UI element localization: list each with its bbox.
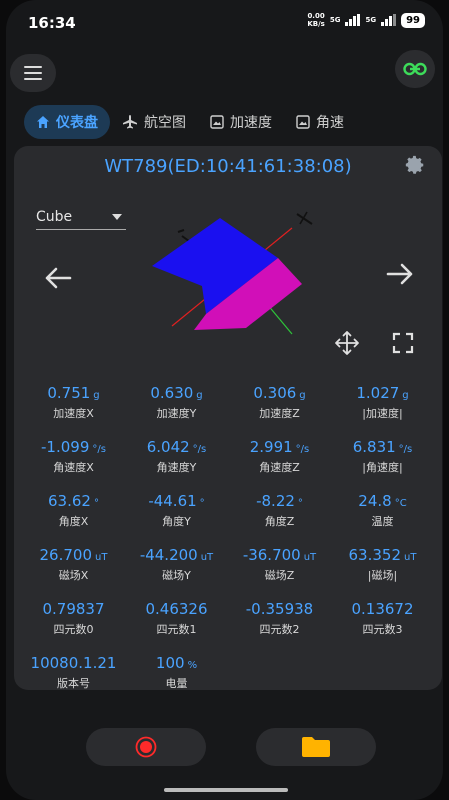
cube-3d-view[interactable] [142,206,322,356]
reading-cell: 2.991 °/s 角速度Z [249,438,310,474]
status-bar: 16:34 0.00 KB/s 5G 5G 99 [6,10,443,38]
battery-icon: 99 [401,12,425,28]
signal-label-1: 5G [329,16,341,24]
gear-icon[interactable] [404,154,426,176]
network-speed: 0.00 KB/s [307,12,325,28]
reading-cell: 0.13672 四元数3 [351,600,414,636]
device-title: WT789(ED:10:41:61:38:08) [104,156,352,177]
menu-button[interactable] [10,54,56,92]
link-icon [403,62,427,76]
tab-dashboard[interactable]: 仪表盘 [24,105,110,139]
status-time: 16:34 [28,14,76,32]
reading-cell: 100% 电量 [155,654,198,690]
reading-cell: 10080.1.21 版本号 [30,654,117,690]
arrow-left-icon[interactable] [44,266,72,290]
record-button[interactable] [86,728,206,766]
tab-flight-chart[interactable]: 航空图 [110,105,198,139]
tab-angular-velocity[interactable]: 角速 [284,105,356,139]
airplane-icon [123,115,137,129]
reading-cell: 24.8 °C 温度 [358,492,407,528]
record-icon [135,736,157,758]
reading-cell: 0.79837 四元数0 [42,600,105,636]
view-mode-select[interactable]: Cube [36,204,126,230]
reading-cell: -44.200 uT 磁场Y [139,546,214,582]
home-indicator[interactable] [164,788,288,792]
image-icon [296,115,310,129]
sensor-readings-grid: 0.751 g 加速度X 0.630 g 加速度Y 0.306 g 加速度Z 1.027 g |… [22,384,434,694]
reading-cell: 63.352 uT |磁场| [348,546,417,582]
reading-cell: -1.099 °/s 角速度X [41,438,106,474]
hamburger-icon [24,66,42,68]
tab-bar: 仪表盘 航空图 加速度 角速 [24,104,443,140]
reading-cell: 0.630 g 加速度Y [150,384,203,420]
reading-cell: 6.042 °/s 角速度Y [146,438,207,474]
reading-cell: -44.61 ° 角度Y [148,492,205,528]
folder-icon [302,737,330,757]
image-icon [210,115,224,129]
signal-label-2: 5G [365,16,377,24]
dropdown-caret-icon [112,213,122,220]
move-arrows-icon[interactable] [334,330,360,356]
home-icon [37,116,49,128]
reading-cell: -8.22 ° 角度Z [256,492,303,528]
reading-cell: 1.027 g |加速度| [356,384,409,420]
reading-cell: -0.35938 四元数2 [245,600,314,636]
connect-link-button[interactable] [395,50,435,88]
open-folder-button[interactable] [256,728,376,766]
phone-screen: 16:34 0.00 KB/s 5G 5G 99 仪表盘 航空图 加速度 角速 … [6,0,443,800]
reading-cell: 0.46326 四元数1 [145,600,208,636]
reading-cell: 0.306 g 加速度Z [253,384,306,420]
status-right: 0.00 KB/s 5G 5G 99 [307,12,425,28]
reading-cell: 26.700 uT 磁场X [39,546,108,582]
dashboard-card: WT789(ED:10:41:61:38:08) Cube 0.751 g 加速… [14,146,442,690]
signal-bars-icon-2 [381,14,397,26]
reading-cell: 6.831 °/s |角速度| [352,438,413,474]
fullscreen-icon[interactable] [392,332,414,354]
reading-cell: 63.62 ° 角度X [48,492,99,528]
arrow-right-icon[interactable] [386,262,414,286]
reading-cell: 0.751 g 加速度X [47,384,100,420]
reading-cell: -36.700 uT 磁场Z [242,546,317,582]
tab-acceleration[interactable]: 加速度 [198,105,284,139]
signal-bars-icon [345,14,361,26]
